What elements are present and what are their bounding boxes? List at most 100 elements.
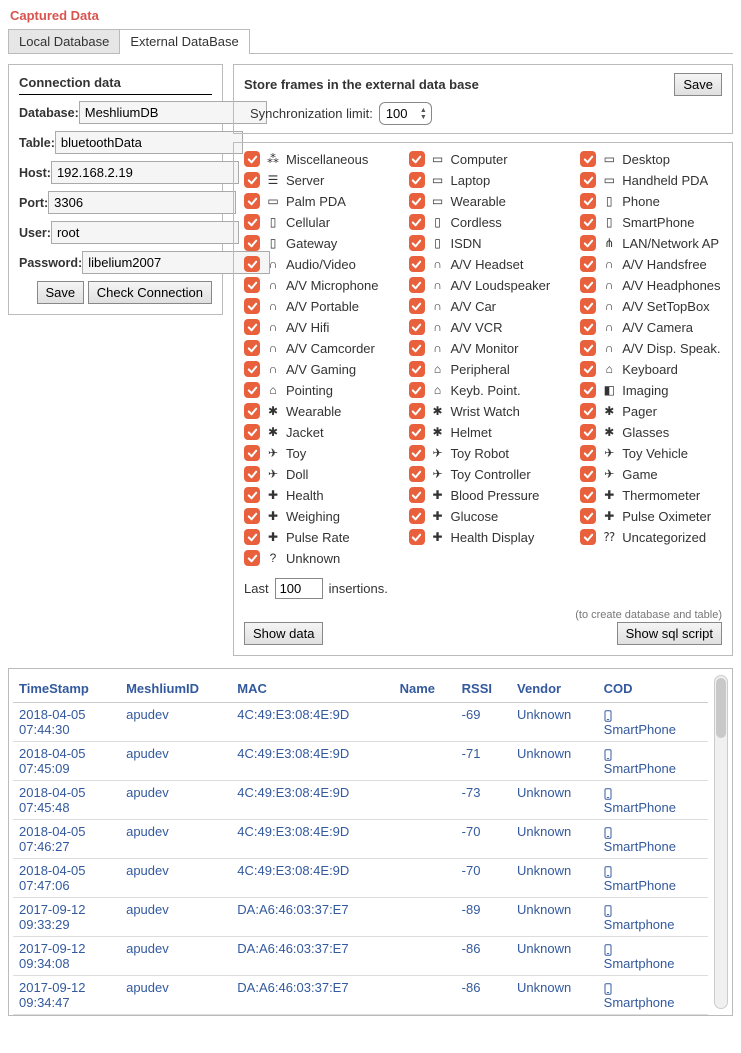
filter-item[interactable]: ∩A/V Microphone <box>244 277 379 293</box>
filter-item[interactable]: ⁂Miscellaneous <box>244 151 379 167</box>
filter-item[interactable]: ✚Health Display <box>409 529 551 545</box>
filter-checkbox[interactable] <box>580 277 596 293</box>
filter-item[interactable]: ✈Toy Vehicle <box>580 445 720 461</box>
filter-item[interactable]: ∩A/V Headset <box>409 256 551 272</box>
filter-item[interactable]: ✱Glasses <box>580 424 720 440</box>
filter-checkbox[interactable] <box>244 445 260 461</box>
filter-item[interactable]: ☰Server <box>244 172 379 188</box>
filter-checkbox[interactable] <box>580 382 596 398</box>
filter-item[interactable]: ✚Blood Pressure <box>409 487 551 503</box>
sync-limit-spinner[interactable]: ▲▼ <box>379 102 432 125</box>
filter-checkbox[interactable] <box>244 382 260 398</box>
spinner-arrows-icon[interactable]: ▲▼ <box>420 107 427 121</box>
filter-item[interactable]: ∩A/V Loudspeaker <box>409 277 551 293</box>
filter-item[interactable]: ✚Glucose <box>409 508 551 524</box>
filter-item[interactable]: ✱Wearable <box>244 403 379 419</box>
input-user[interactable] <box>51 221 239 244</box>
filter-item[interactable]: ✚Pulse Rate <box>244 529 379 545</box>
save-sync-button[interactable]: Save <box>674 73 722 96</box>
filter-checkbox[interactable] <box>409 214 425 230</box>
filter-checkbox[interactable] <box>580 298 596 314</box>
filter-item[interactable]: ∩Audio/Video <box>244 256 379 272</box>
filter-item[interactable]: ▭Computer <box>409 151 551 167</box>
filter-item[interactable]: ▯Gateway <box>244 235 379 251</box>
filter-checkbox[interactable] <box>244 403 260 419</box>
filter-checkbox[interactable] <box>580 487 596 503</box>
filter-checkbox[interactable] <box>580 235 596 251</box>
filter-checkbox[interactable] <box>244 529 260 545</box>
filter-item[interactable]: ▭Palm PDA <box>244 193 379 209</box>
filter-item[interactable]: ∩A/V SetTopBox <box>580 298 720 314</box>
filter-item[interactable]: ⌂Pointing <box>244 382 379 398</box>
filter-checkbox[interactable] <box>409 298 425 314</box>
filter-checkbox[interactable] <box>409 277 425 293</box>
filter-item[interactable]: ∩A/V Portable <box>244 298 379 314</box>
filter-checkbox[interactable] <box>244 319 260 335</box>
filter-checkbox[interactable] <box>244 151 260 167</box>
filter-item[interactable]: ?Unknown <box>244 550 379 566</box>
filter-checkbox[interactable] <box>580 424 596 440</box>
filter-checkbox[interactable] <box>244 277 260 293</box>
filter-item[interactable]: ✱Jacket <box>244 424 379 440</box>
filter-checkbox[interactable] <box>244 550 260 566</box>
filter-checkbox[interactable] <box>244 193 260 209</box>
filter-item[interactable]: ✱Pager <box>580 403 720 419</box>
filter-item[interactable]: ✚Health <box>244 487 379 503</box>
filter-checkbox[interactable] <box>409 424 425 440</box>
filter-checkbox[interactable] <box>580 508 596 524</box>
filter-item[interactable]: ✈Toy Robot <box>409 445 551 461</box>
filter-item[interactable]: ✈Toy <box>244 445 379 461</box>
filter-item[interactable]: ✈Game <box>580 466 720 482</box>
filter-checkbox[interactable] <box>580 172 596 188</box>
filter-item[interactable]: ▯Phone <box>580 193 720 209</box>
filter-item[interactable]: ✱Helmet <box>409 424 551 440</box>
filter-checkbox[interactable] <box>580 466 596 482</box>
filter-item[interactable]: ◧Imaging <box>580 382 720 398</box>
filter-checkbox[interactable] <box>244 487 260 503</box>
filter-checkbox[interactable] <box>580 445 596 461</box>
filter-checkbox[interactable] <box>409 256 425 272</box>
filter-checkbox[interactable] <box>409 361 425 377</box>
filter-checkbox[interactable] <box>580 403 596 419</box>
filter-item[interactable]: ∩A/V VCR <box>409 319 551 335</box>
filter-item[interactable]: ⁇Uncategorized <box>580 529 720 545</box>
tab-external-database[interactable]: External DataBase <box>119 29 249 53</box>
input-port[interactable] <box>48 191 236 214</box>
filter-checkbox[interactable] <box>409 172 425 188</box>
filter-checkbox[interactable] <box>409 319 425 335</box>
filter-checkbox[interactable] <box>409 235 425 251</box>
filter-item[interactable]: ∩A/V Gaming <box>244 361 379 377</box>
filter-checkbox[interactable] <box>409 445 425 461</box>
filter-item[interactable]: ✚Pulse Oximeter <box>580 508 720 524</box>
filter-item[interactable]: ∩A/V Camera <box>580 319 720 335</box>
filter-item[interactable]: ∩A/V Handsfree <box>580 256 720 272</box>
filter-checkbox[interactable] <box>409 382 425 398</box>
filter-checkbox[interactable] <box>244 235 260 251</box>
filter-item[interactable]: ∩A/V Car <box>409 298 551 314</box>
filter-checkbox[interactable] <box>580 361 596 377</box>
last-insertions-input[interactable] <box>275 578 323 599</box>
filter-item[interactable]: ✈Doll <box>244 466 379 482</box>
check-connection-button[interactable]: Check Connection <box>88 281 212 304</box>
filter-checkbox[interactable] <box>409 487 425 503</box>
filter-item[interactable]: ∩A/V Disp. Speak. <box>580 340 720 356</box>
save-connection-button[interactable]: Save <box>37 281 85 304</box>
filter-checkbox[interactable] <box>244 256 260 272</box>
input-host[interactable] <box>51 161 239 184</box>
filter-checkbox[interactable] <box>409 151 425 167</box>
filter-item[interactable]: ∩A/V Monitor <box>409 340 551 356</box>
filter-item[interactable]: ▭Handheld PDA <box>580 172 720 188</box>
filter-item[interactable]: ▭Wearable <box>409 193 551 209</box>
filter-checkbox[interactable] <box>244 298 260 314</box>
filter-checkbox[interactable] <box>409 466 425 482</box>
filter-checkbox[interactable] <box>580 529 596 545</box>
tab-local-database[interactable]: Local Database <box>8 29 120 53</box>
filter-item[interactable]: ⌂Peripheral <box>409 361 551 377</box>
filter-item[interactable]: ▭Desktop <box>580 151 720 167</box>
filter-checkbox[interactable] <box>580 256 596 272</box>
filter-checkbox[interactable] <box>580 319 596 335</box>
filter-item[interactable]: ∩A/V Camcorder <box>244 340 379 356</box>
filter-checkbox[interactable] <box>244 466 260 482</box>
filter-item[interactable]: ✱Wrist Watch <box>409 403 551 419</box>
sync-limit-input[interactable] <box>384 105 418 122</box>
